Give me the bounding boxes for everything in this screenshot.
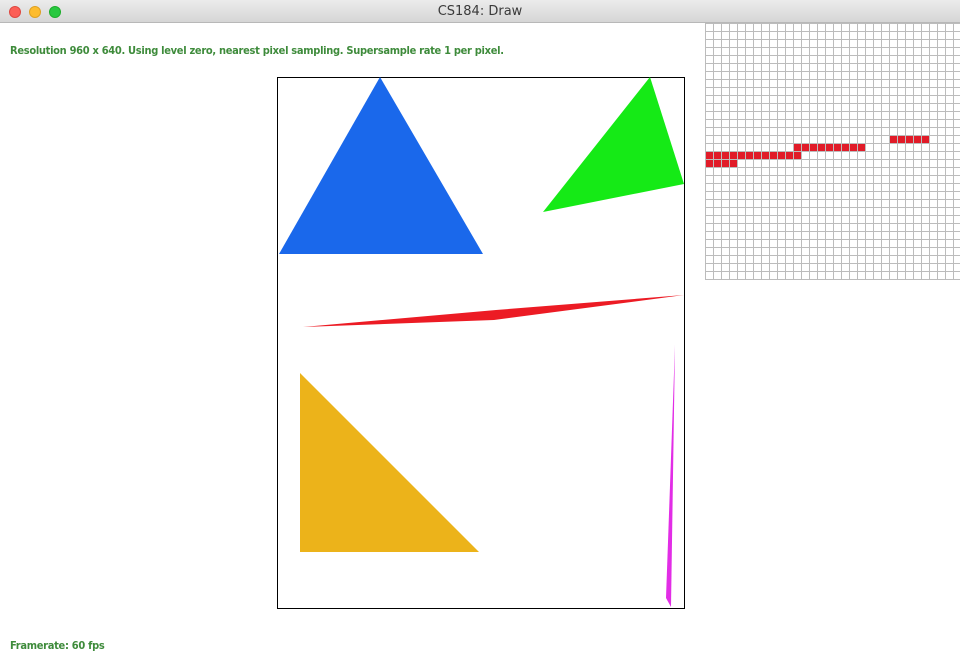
zoom-pixel [809, 143, 817, 151]
zoom-pixel [905, 135, 913, 143]
zoom-pixel [713, 151, 721, 159]
zoom-pixel [753, 151, 761, 159]
zoom-pixel [737, 151, 745, 159]
zoom-pixel [857, 143, 865, 151]
zoom-pixel [721, 151, 729, 159]
zoom-pixel [777, 151, 785, 159]
zoom-pixel [913, 135, 921, 143]
zoom-pixel [793, 143, 801, 151]
pixel-zoom-view [705, 23, 960, 280]
zoom-pixel [785, 151, 793, 159]
render-info-text: Resolution 960 x 640. Using level zero, … [10, 44, 504, 57]
zoom-pixel [713, 159, 721, 167]
window-title: CS184: Draw [437, 4, 523, 19]
zoom-pixel [801, 143, 809, 151]
zoom-pixel [729, 151, 737, 159]
zoom-pixel [745, 151, 753, 159]
zoom-pixel [705, 151, 713, 159]
zoom-pixel [721, 159, 729, 167]
zoom-pixel [833, 143, 841, 151]
zoom-pixel [849, 143, 857, 151]
zoom-pixel [769, 151, 777, 159]
draw-window: CS184: Draw Resolution 960 x 640. Using … [0, 0, 960, 662]
zoom-pixel [761, 151, 769, 159]
zoom-pixel [793, 151, 801, 159]
zoom-pixel [729, 159, 737, 167]
zoom-pixel [889, 135, 897, 143]
zoom-pixel [921, 135, 929, 143]
title-bar[interactable]: CS184: Draw [0, 0, 960, 23]
zoom-pixel [705, 159, 713, 167]
framerate-text: Framerate: 60 fps [10, 639, 105, 652]
zoom-pixel [817, 143, 825, 151]
zoom-pixel [841, 143, 849, 151]
drawing-canvas[interactable] [0, 23, 960, 662]
zoom-pixel [825, 143, 833, 151]
zoom-pixel [897, 135, 905, 143]
